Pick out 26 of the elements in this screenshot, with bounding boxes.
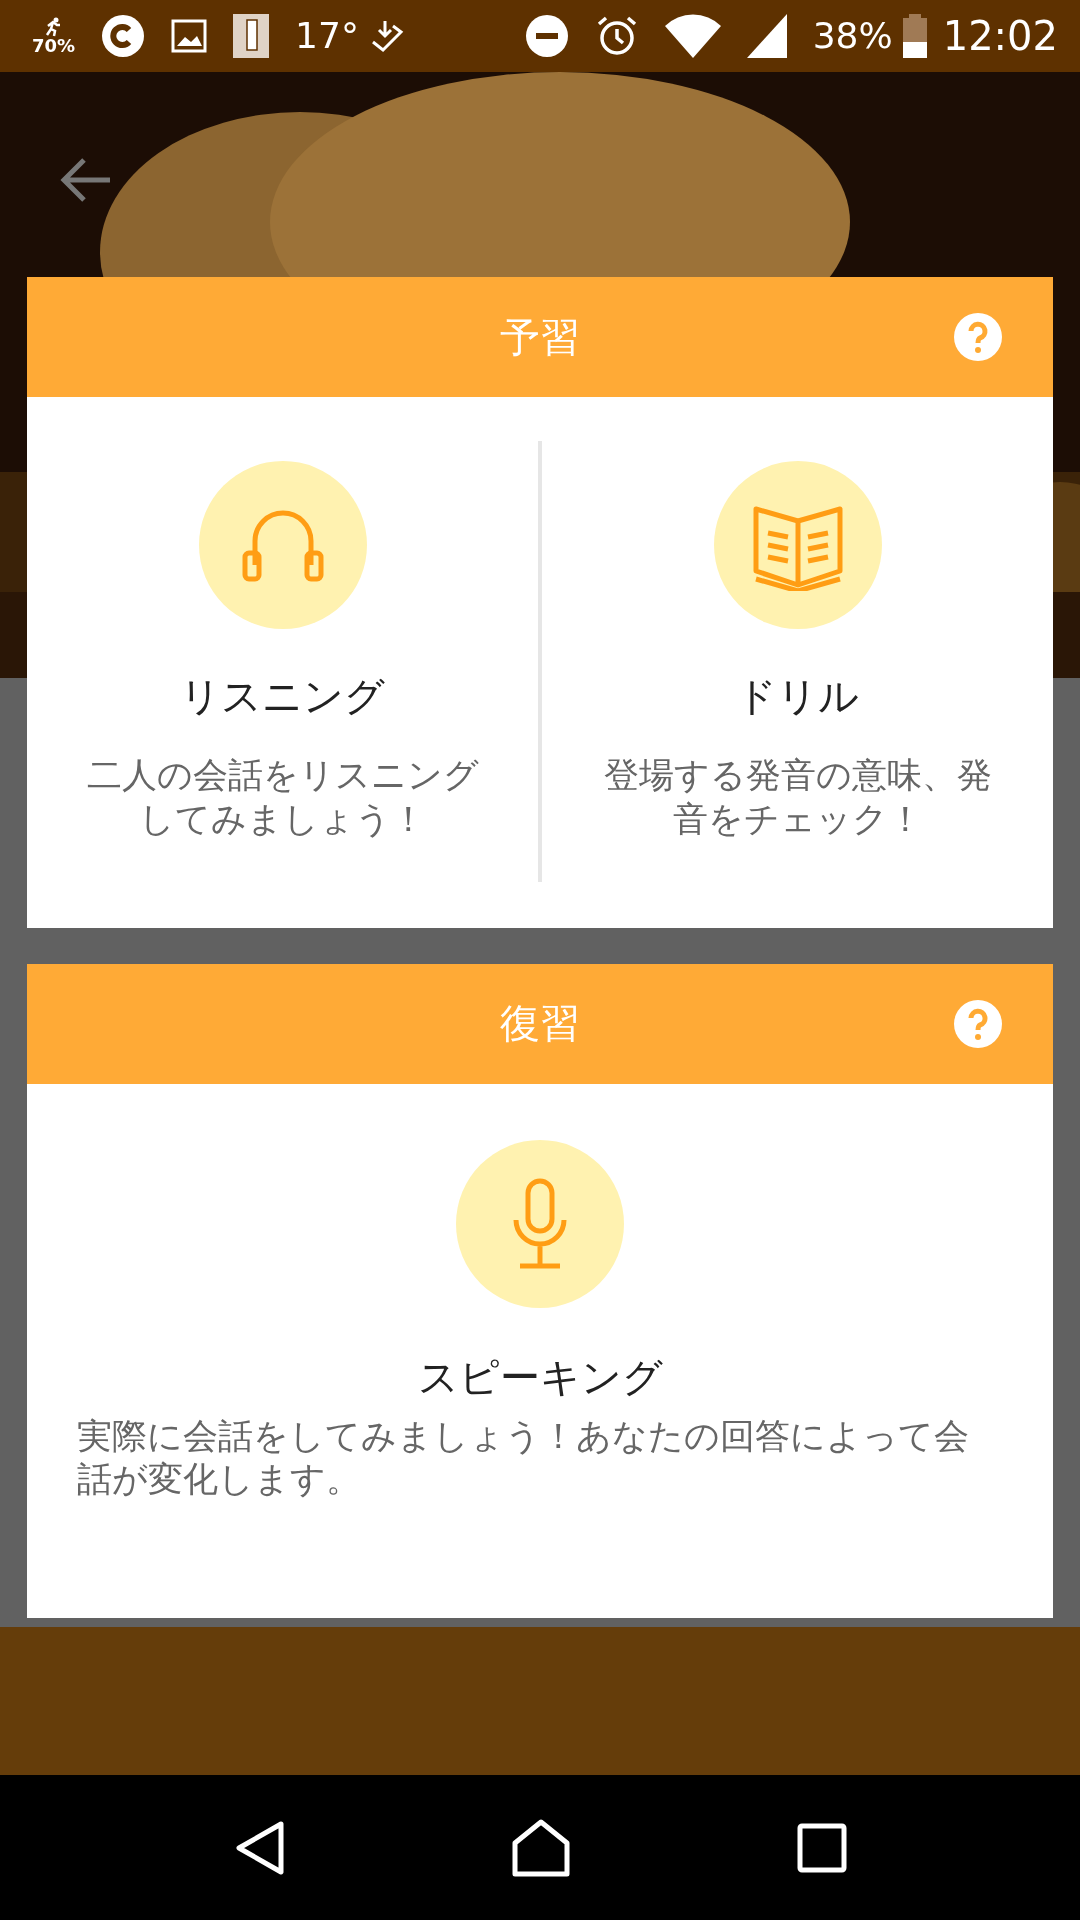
lesson-option[interactable]: リスニング 二人の会話をリスニングしてみましょう！	[27, 441, 538, 882]
option-title: リスニング	[180, 672, 385, 721]
option-description: 登場する発音の意味、発音をチェック！	[602, 754, 993, 841]
back-icon[interactable]	[233, 1819, 285, 1876]
image-icon	[171, 19, 208, 53]
c-circle-icon	[101, 14, 146, 58]
section-title: 予習	[500, 312, 580, 362]
battery-icon	[902, 14, 927, 58]
do-not-disturb-icon	[524, 14, 569, 58]
temperature: 17°	[295, 18, 359, 54]
lesson-option[interactable]: ドリル 登場する発音の意味、発音をチェック！	[542, 441, 1053, 882]
home-icon[interactable]	[511, 1818, 571, 1877]
signal-icon	[746, 14, 787, 58]
battery-saver-percent: 70%	[32, 37, 76, 55]
back-arrow-icon[interactable]	[60, 156, 112, 204]
clock: 12:02	[942, 16, 1058, 56]
option-description: 二人の会話をリスニングしてみましょう！	[85, 754, 480, 841]
sim-card-icon	[233, 14, 270, 58]
wifi-icon	[664, 14, 721, 58]
option-description: 実際に会話をしてみましょう！あなたの回答によって会話が変化します。	[77, 1414, 970, 1502]
lesson-option[interactable]: スピーキング 実際に会話をしてみましょう！あなたの回答によって会話が変化します。	[27, 1127, 1053, 1572]
option-title: スピーキング	[417, 1352, 663, 1402]
option-title: ドリル	[736, 672, 859, 721]
recents-icon[interactable]	[797, 1822, 847, 1873]
section-title: 復習	[500, 999, 580, 1048]
battery-percent: 38%	[812, 18, 893, 54]
